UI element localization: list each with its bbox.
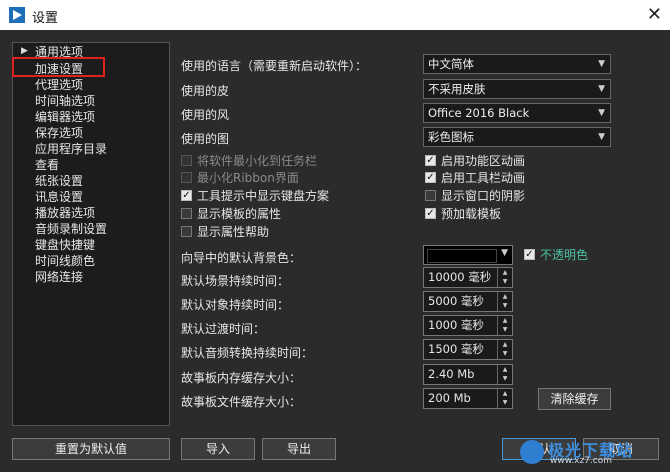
nav-item-messages[interactable]: 讯息设置 xyxy=(35,189,83,205)
color-swatch xyxy=(427,249,497,263)
nav-item-player[interactable]: 播放器选项 xyxy=(35,205,95,221)
stepper-arrows[interactable]: ▲ ▼ xyxy=(497,340,512,359)
nav-item-proxy[interactable]: 代理选项 xyxy=(35,77,83,93)
object-duration-input[interactable]: 5000 毫秒 ▲ ▼ xyxy=(423,291,513,312)
close-icon[interactable]: ✕ xyxy=(647,4,662,25)
highlight-box xyxy=(12,57,105,77)
import-button[interactable]: 导入 xyxy=(181,438,255,460)
nav-item-view[interactable]: 查看 xyxy=(35,157,59,173)
nav-item-audio-recording[interactable]: 音频录制设置 xyxy=(35,221,107,237)
language-label: 使用的语言（需要重新启动软件）： xyxy=(181,59,368,73)
nav-item-timeline-colors[interactable]: 时间线颜色 xyxy=(35,253,95,269)
style-value: Office 2016 Black xyxy=(428,106,530,120)
file-cache-input[interactable]: 200 Mb ▲ ▼ xyxy=(423,388,513,409)
nav-item-shortcuts[interactable]: 键盘快捷键 xyxy=(35,237,95,253)
language-select[interactable]: 中文简体 ▼ xyxy=(423,54,611,74)
nav-item-editor[interactable]: 编辑器选项 xyxy=(35,109,95,125)
watermark: 极光下载站 www.xz7.com xyxy=(520,434,670,472)
nav-item-app-directory[interactable]: 应用程序目录 xyxy=(35,141,107,157)
title-bar: 设置 ✕ xyxy=(0,0,670,30)
check-icon[interactable]: ✓ xyxy=(524,249,535,260)
transition-duration-input[interactable]: 1000 毫秒 ▲ ▼ xyxy=(423,315,513,336)
language-value: 中文简体 xyxy=(428,57,474,71)
skin-label: 使用的皮 xyxy=(181,84,230,98)
style-select[interactable]: Office 2016 Black ▼ xyxy=(423,103,611,123)
checkbox-box[interactable] xyxy=(181,226,192,237)
scene-duration-input[interactable]: 10000 毫秒 ▲ ▼ xyxy=(423,267,513,288)
settings-nav-panel: ▶ 通用选项 加速设置 代理选项 时间轴选项 编辑器选项 保存选项 应用程序目录… xyxy=(12,42,170,426)
checkbox-box[interactable] xyxy=(181,172,192,183)
check-icon[interactable]: ✓ xyxy=(181,190,192,201)
object-duration-label: 默认对象持续时间： xyxy=(181,298,290,312)
stepper-arrows[interactable]: ▲ ▼ xyxy=(497,389,512,408)
stepper-arrows[interactable]: ▲ ▼ xyxy=(497,268,512,287)
checkbox-box[interactable] xyxy=(425,190,436,201)
memory-cache-input[interactable]: 2.40 Mb ▲ ▼ xyxy=(423,364,513,385)
watermark-logo-icon xyxy=(520,440,544,464)
checkbox-box[interactable] xyxy=(181,208,192,219)
skin-value: 不采用皮肤 xyxy=(428,82,486,96)
file-cache-label: 故事板文件缓存大小： xyxy=(181,395,302,409)
icons-value: 彩色图标 xyxy=(428,130,474,144)
bg-color-picker[interactable]: ▼ xyxy=(423,245,513,265)
nav-item-network[interactable]: 网络连接 xyxy=(35,269,83,285)
memory-cache-label: 故事板内存缓存大小： xyxy=(181,371,302,385)
wizard-bg-label: 向导中的默认背景色： xyxy=(181,251,302,265)
checkbox-box[interactable] xyxy=(181,155,192,166)
chevron-down-icon: ▼ xyxy=(598,132,605,142)
style-label: 使用的风 xyxy=(181,108,230,122)
skin-select[interactable]: 不采用皮肤 ▼ xyxy=(423,79,611,99)
stepper-arrows[interactable]: ▲ ▼ xyxy=(497,365,512,384)
nav-item-paper[interactable]: 纸张设置 xyxy=(35,173,83,189)
reset-defaults-button[interactable]: 重置为默认值 xyxy=(12,438,170,460)
chevron-down-icon: ▼ xyxy=(598,108,605,118)
chevron-down-icon: ▼ xyxy=(501,248,508,258)
audio-transition-label: 默认音频转换持续时间： xyxy=(181,346,314,360)
nav-item-timeline[interactable]: 时间轴选项 xyxy=(35,93,95,109)
window-title: 设置 xyxy=(32,11,59,26)
chevron-down-icon: ▼ xyxy=(598,84,605,94)
icons-label: 使用的图 xyxy=(181,132,230,146)
stepper-arrows[interactable]: ▲ ▼ xyxy=(497,316,512,335)
chevron-down-icon: ▼ xyxy=(598,59,605,69)
icons-select[interactable]: 彩色图标 ▼ xyxy=(423,127,611,147)
nav-item-save[interactable]: 保存选项 xyxy=(35,125,83,141)
watermark-url: www.xz7.com xyxy=(550,456,612,466)
export-button[interactable]: 导出 xyxy=(262,438,336,460)
transition-duration-label: 默认过渡时间： xyxy=(181,322,266,336)
app-icon xyxy=(9,7,25,23)
audio-transition-input[interactable]: 1500 毫秒 ▲ ▼ xyxy=(423,339,513,360)
scene-duration-label: 默认场景持续时间： xyxy=(181,274,290,288)
expand-arrow-icon[interactable]: ▶ xyxy=(21,46,28,56)
check-icon[interactable]: ✓ xyxy=(425,208,436,219)
clear-cache-button[interactable]: 清除缓存 xyxy=(538,388,611,410)
check-icon[interactable]: ✓ xyxy=(425,172,436,183)
check-icon[interactable]: ✓ xyxy=(425,155,436,166)
stepper-arrows[interactable]: ▲ ▼ xyxy=(497,292,512,311)
